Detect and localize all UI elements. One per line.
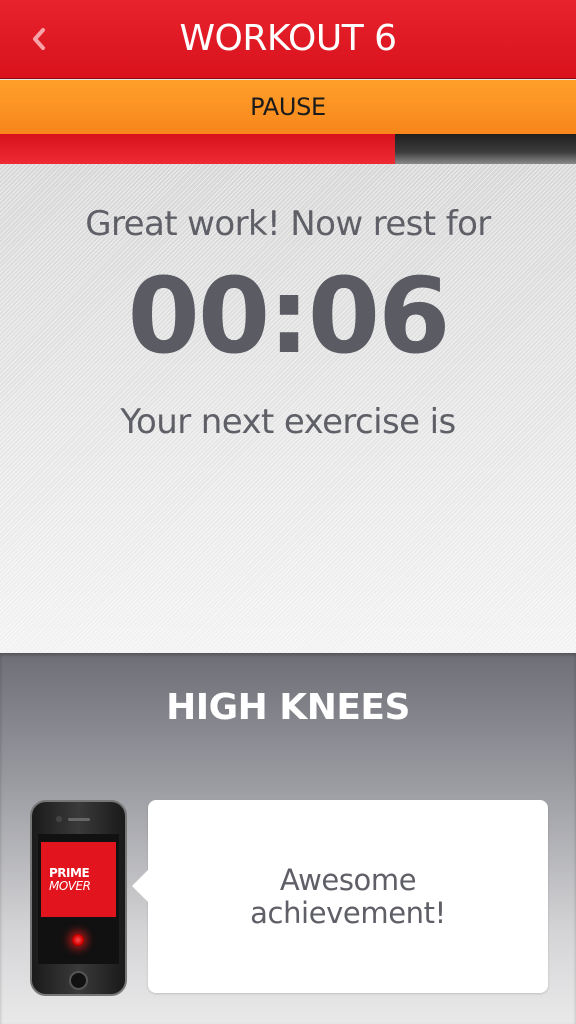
- phone-illustration: PRIME MOVER: [30, 800, 127, 996]
- rest-timer: 00:06: [127, 255, 450, 377]
- phone-speaker: [68, 818, 90, 821]
- prime-mover-logo: PRIME MOVER: [41, 842, 116, 917]
- rest-panel: Great work! Now rest for 00:06 Your next…: [0, 164, 576, 653]
- pause-button[interactable]: PAUSE: [0, 80, 576, 134]
- phone-screen: PRIME MOVER: [38, 834, 119, 964]
- record-dot-icon: [72, 934, 84, 946]
- speech-bubble-tail: [132, 870, 148, 902]
- top-bar: WORKOUT 6: [0, 0, 576, 79]
- rest-message: Great work! Now rest for: [85, 204, 491, 244]
- workout-progress-fill: [0, 134, 396, 164]
- coach-speech-bubble: Awesome achievement!: [132, 800, 548, 993]
- next-exercise-panel: HIGH KNEES PRIME MOVER Awesome achieveme…: [0, 653, 576, 1024]
- logo-text-mover: MOVER: [49, 878, 91, 893]
- coach-message: Awesome achievement!: [250, 862, 446, 930]
- pause-label: PAUSE: [250, 93, 326, 121]
- phone-home-button: [69, 971, 88, 990]
- workout-progress-bar: [0, 134, 576, 164]
- next-exercise-message: Your next exercise is: [120, 402, 456, 442]
- logo-text-prime: PRIME: [49, 865, 90, 880]
- next-exercise-name: HIGH KNEES: [166, 687, 410, 728]
- page-title: WORKOUT 6: [179, 18, 397, 59]
- phone-camera: [56, 816, 62, 822]
